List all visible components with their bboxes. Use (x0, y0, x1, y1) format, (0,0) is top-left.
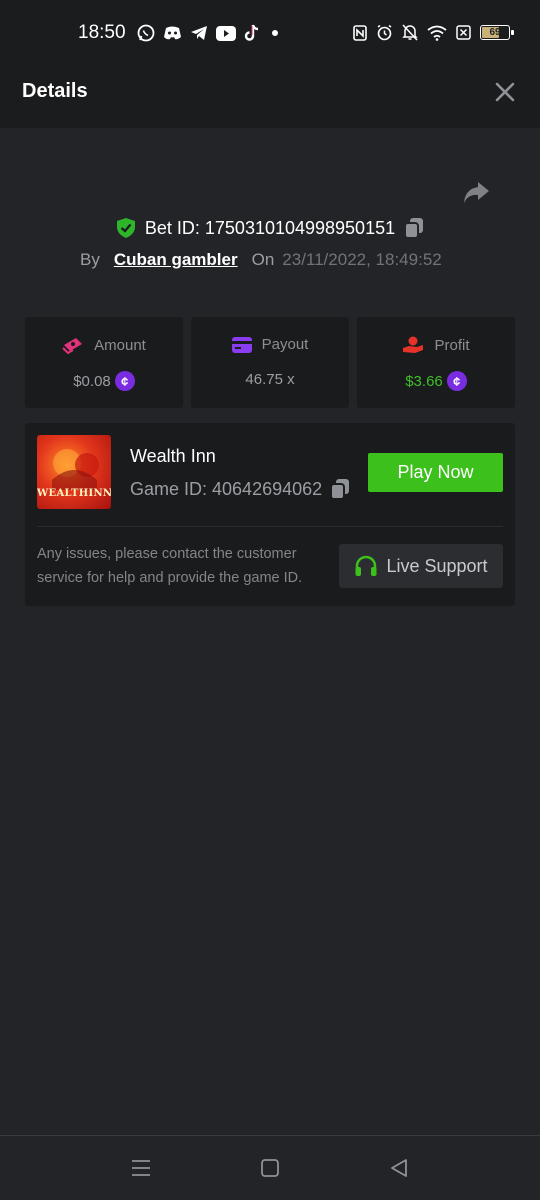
game-thumb-text: WEALTHINN (37, 488, 111, 499)
notification-icons (137, 24, 282, 42)
battery-level: 69 (489, 27, 501, 38)
status-time: 18:50 (78, 22, 126, 43)
payout-header: Payout (191, 336, 349, 353)
shield-check-icon (116, 218, 135, 238)
close-icon[interactable] (494, 81, 516, 103)
coin-icon: ¢ (446, 371, 467, 391)
profit-header: Profit (357, 336, 515, 354)
youtube-icon (216, 25, 236, 41)
amount-value-row: $0.08 ¢ (25, 371, 183, 391)
game-id-row: Game ID: 40642694062 (130, 478, 350, 500)
copy-icon[interactable] (404, 217, 424, 239)
alarm-icon (377, 24, 392, 41)
discord-icon (164, 26, 181, 40)
system-nav-bar (0, 1135, 540, 1200)
bet-id-row: Bet ID: 1750310104998950151 (0, 217, 540, 239)
coin-icon: ¢ (114, 371, 135, 391)
game-card: WEALTHINN Wealth Inn Game ID: 4064269406… (25, 423, 515, 606)
game-thumbnail[interactable]: WEALTHINN (37, 435, 111, 509)
home-icon[interactable] (260, 1158, 280, 1178)
bet-date: 23/11/2022, 18:49:52 (282, 250, 442, 269)
nfc-icon (353, 24, 367, 41)
payout-card: Payout 46.75 x (191, 317, 349, 408)
by-label: By (80, 250, 100, 269)
play-now-button[interactable]: Play Now (368, 453, 503, 492)
battery-icon: 69 (480, 25, 514, 40)
amount-card: Amount $0.08 ¢ (25, 317, 183, 408)
amount-icon (62, 338, 83, 354)
profit-hand-icon (403, 336, 424, 353)
support-note: Any issues, please contact the customer … (37, 546, 303, 586)
mute-icon (402, 24, 418, 41)
payout-value-row: 46.75 x (191, 371, 349, 388)
profit-value-row: $3.66 ¢ (357, 371, 515, 391)
payout-value: 46.75 x (245, 371, 295, 388)
live-support-button[interactable]: Live Support (339, 544, 503, 588)
amount-header: Amount (25, 336, 183, 354)
tiktok-icon (244, 24, 259, 41)
status-bar: 18:50 69 (0, 0, 540, 55)
copy-icon[interactable] (330, 478, 350, 500)
bet-id: Bet ID: 1750310104998950151 (144, 217, 396, 238)
wifi-icon (427, 25, 447, 41)
sim-off-icon (456, 25, 471, 40)
whatsapp-icon (137, 24, 155, 42)
system-icons: 69 (353, 24, 514, 41)
game-id: Game ID: 40642694062 (130, 478, 323, 499)
back-icon[interactable] (389, 1158, 409, 1178)
wallet-icon (231, 336, 252, 353)
page-title: Details (22, 80, 88, 102)
bet-meta-row: By Cuban gambler On 23/11/2022, 18:49:52 (80, 250, 442, 270)
amount-label: Amount (94, 336, 146, 354)
bet-stats: Amount $0.08 ¢ Payout 46.75 x Profit $3.… (25, 317, 515, 408)
menu-icon[interactable] (131, 1158, 151, 1178)
details-header: Details (0, 55, 540, 128)
profit-value: $3.66 (405, 372, 443, 390)
divider (37, 526, 503, 527)
user-link[interactable]: Cuban gambler (114, 250, 238, 270)
amount-value: $0.08 (73, 372, 111, 390)
dot-icon (272, 30, 278, 36)
payout-label: Payout (261, 336, 309, 353)
telegram-icon (191, 26, 207, 40)
on-label: On (251, 250, 275, 269)
profit-label: Profit (434, 336, 470, 354)
profit-card: Profit $3.66 ¢ (357, 317, 515, 408)
headset-icon (355, 555, 377, 576)
live-support-label: Live Support (386, 555, 488, 576)
game-name: Wealth Inn (130, 446, 216, 466)
share-icon[interactable] (462, 178, 490, 206)
